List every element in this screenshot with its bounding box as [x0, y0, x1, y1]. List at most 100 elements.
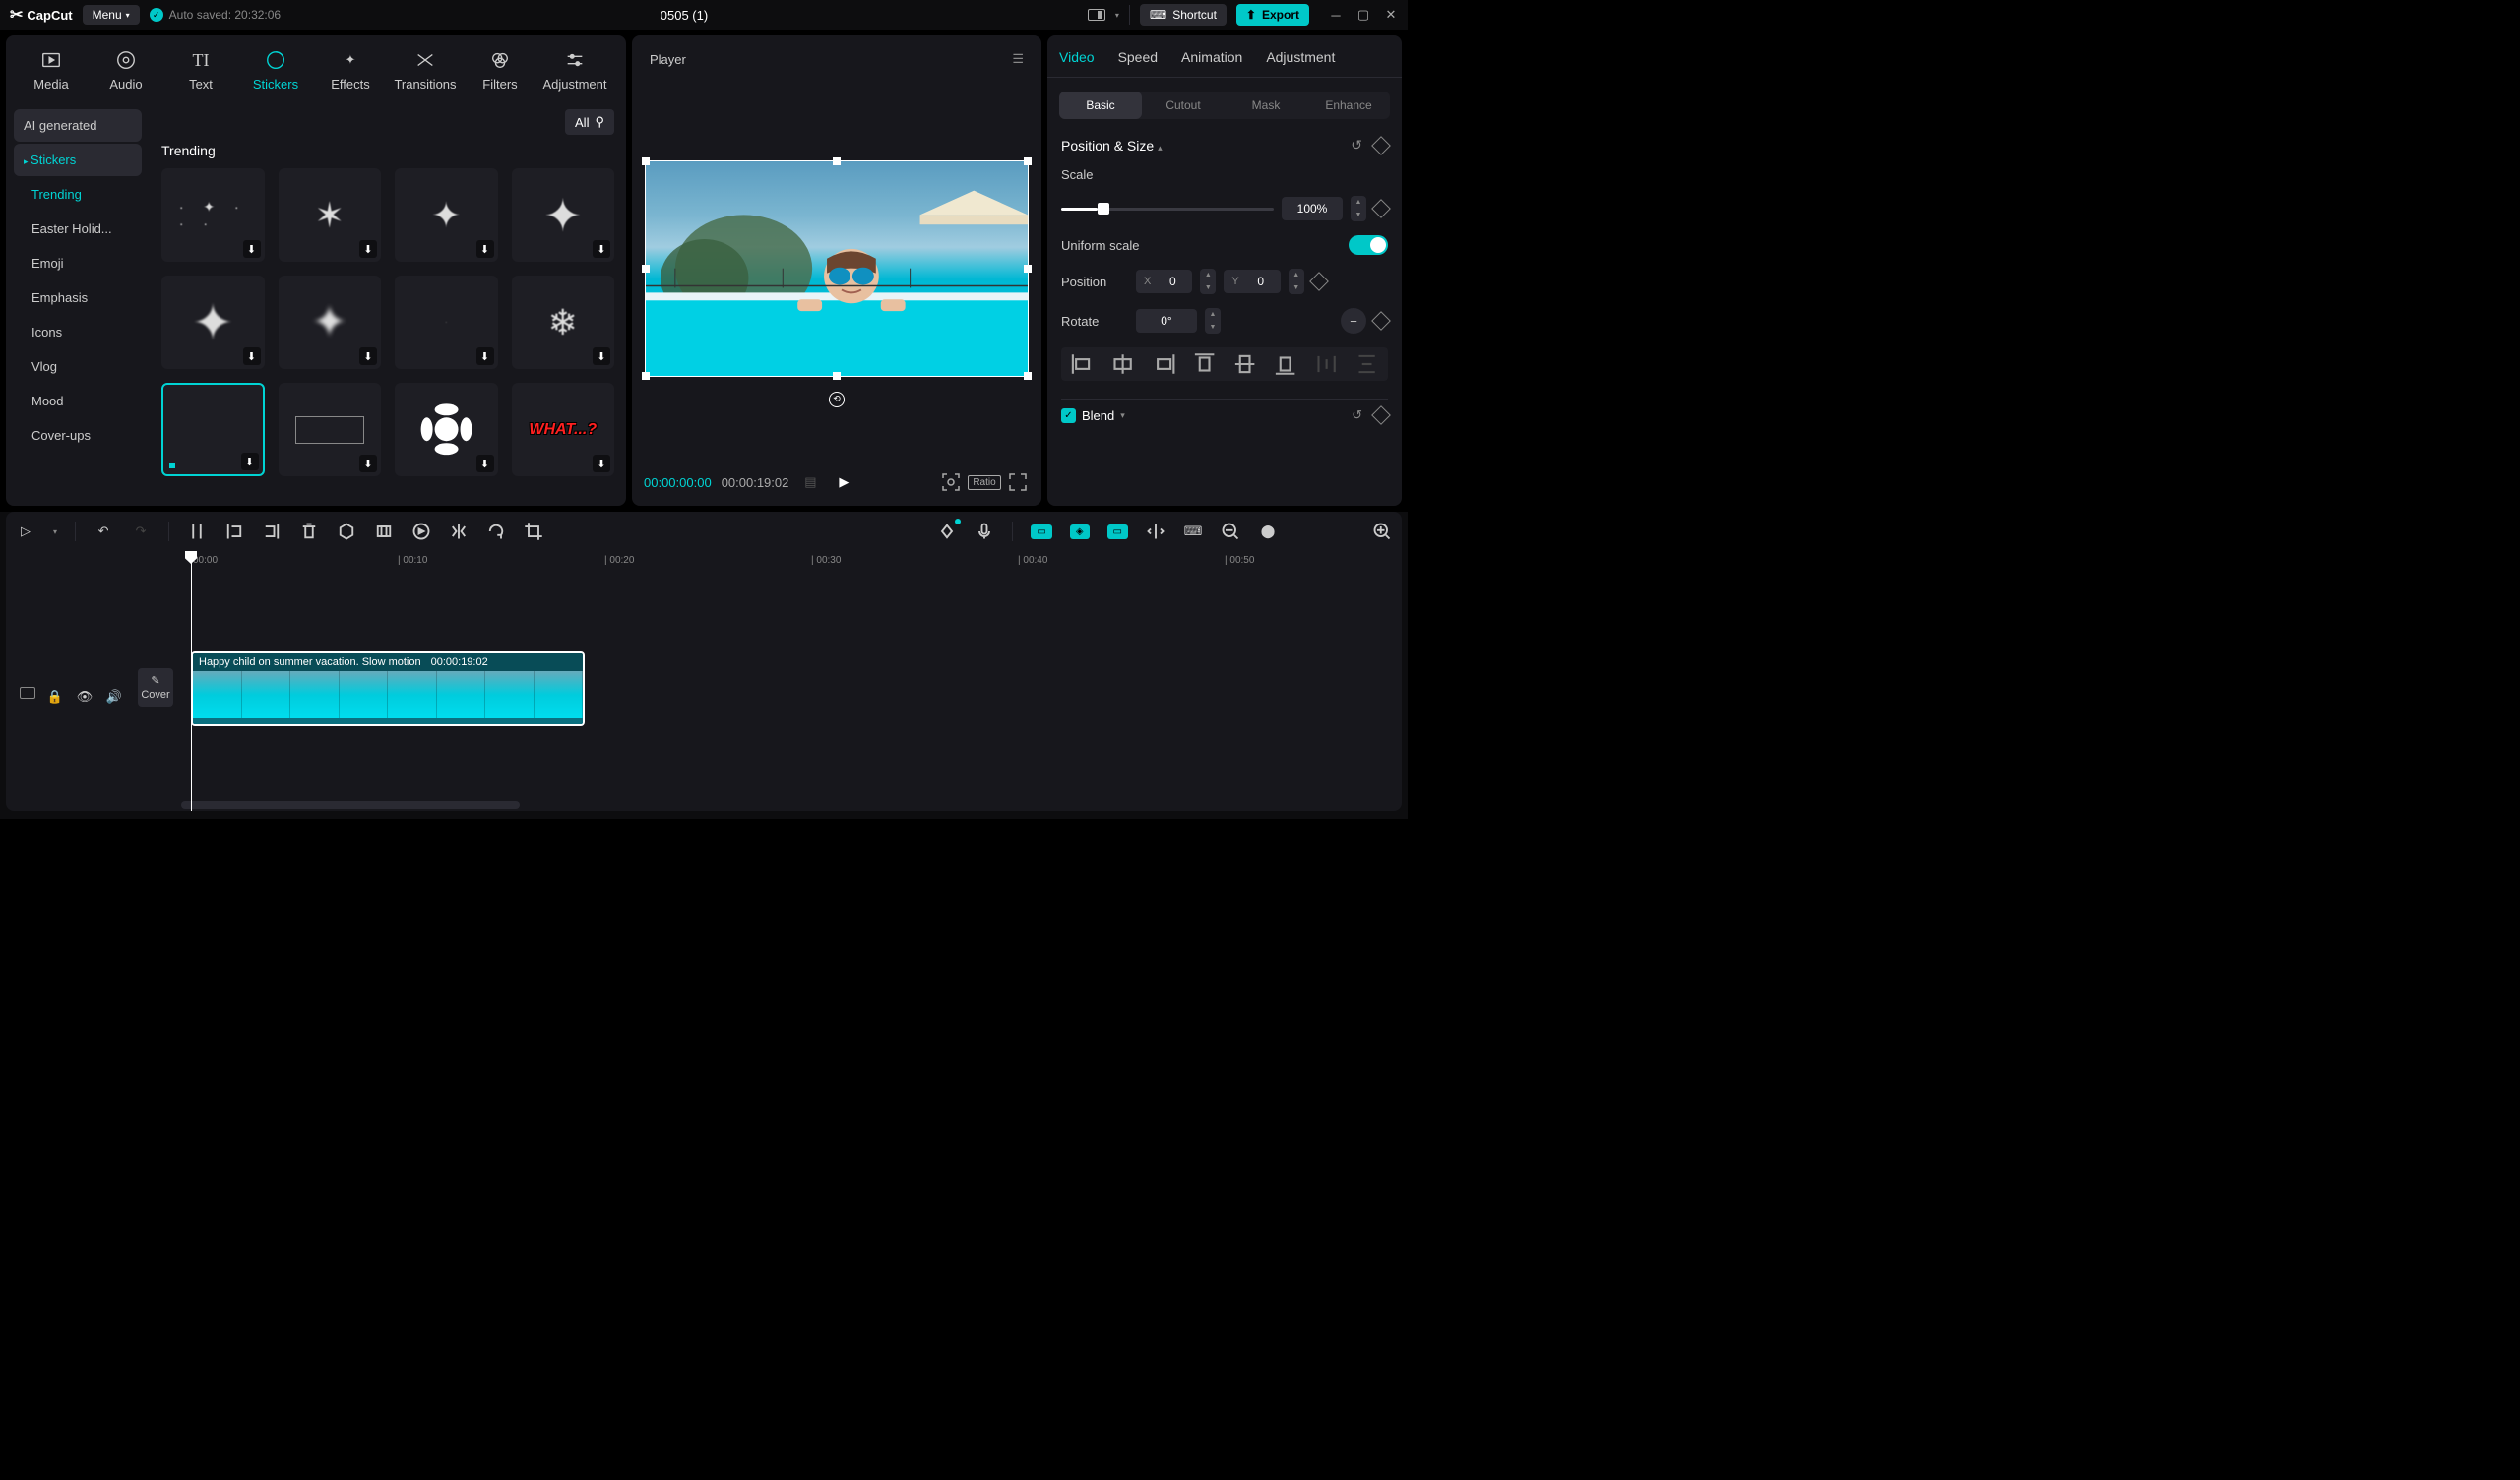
sticker-item[interactable]: ❄⬇	[512, 276, 615, 369]
sidebar-sub-emoji[interactable]: Emoji	[14, 247, 142, 279]
trim-left-button[interactable]	[224, 522, 244, 541]
uniform-toggle[interactable]	[1349, 235, 1388, 255]
scrollbar-thumb[interactable]	[181, 801, 520, 809]
download-icon[interactable]: ⬇	[359, 455, 377, 472]
track-toggle-1[interactable]: ▭	[1031, 524, 1051, 539]
player-menu-icon[interactable]: ☰	[1012, 51, 1024, 67]
marker-button[interactable]	[337, 522, 356, 541]
download-icon[interactable]: ⬇	[243, 347, 261, 365]
zoom-slider-handle[interactable]: ⬤	[1258, 522, 1278, 541]
shortcut-button[interactable]: ⌨ Shortcut	[1140, 4, 1227, 26]
track-toggle-2[interactable]: ◈	[1070, 524, 1090, 539]
resize-handle[interactable]	[833, 372, 841, 380]
playhead[interactable]	[191, 551, 192, 811]
player-canvas[interactable]: ⟲	[644, 79, 1030, 459]
scale-spinner[interactable]: ▲▼	[1351, 196, 1366, 221]
download-icon[interactable]: ⬇	[359, 240, 377, 258]
x-spinner[interactable]: ▲▼	[1200, 269, 1216, 294]
snap-button[interactable]	[937, 522, 957, 541]
subtab-enhance[interactable]: Enhance	[1307, 92, 1390, 119]
chevron-down-icon[interactable]: ▾	[1115, 11, 1119, 20]
zoom-in-button[interactable]	[1372, 522, 1392, 541]
sticker-item[interactable]: ⬇	[395, 383, 498, 476]
align-bottom[interactable]	[1268, 351, 1302, 377]
sidebar-sub-trending[interactable]: Trending	[14, 178, 142, 211]
keyboard-button[interactable]: ⌨	[1183, 522, 1203, 541]
video-frame[interactable]: ⟲	[645, 160, 1029, 376]
scale-input[interactable]	[1282, 197, 1343, 220]
tab-filters[interactable]: Filters	[463, 45, 537, 101]
blend-checkbox[interactable]: ✓	[1061, 408, 1076, 423]
selection-tool[interactable]: ▷	[16, 522, 35, 541]
subtab-cutout[interactable]: Cutout	[1142, 92, 1225, 119]
sidebar-sub-easter[interactable]: Easter Holid...	[14, 213, 142, 245]
maximize-button[interactable]: ▢	[1356, 8, 1370, 22]
sticker-item[interactable]: ⬇	[279, 383, 382, 476]
scale-slider[interactable]	[1061, 208, 1274, 211]
delete-button[interactable]	[299, 522, 319, 541]
redo-button[interactable]: ↷	[131, 522, 151, 541]
rotate-handle[interactable]: ⟲	[829, 392, 845, 407]
props-tab-adjustment[interactable]: Adjustment	[1266, 49, 1335, 77]
undo-button[interactable]: ↶	[94, 522, 113, 541]
align-vcenter[interactable]	[1228, 351, 1262, 377]
zoom-out-button[interactable]	[1221, 522, 1240, 541]
sidebar-sub-vlog[interactable]: Vlog	[14, 350, 142, 383]
rotate-dial[interactable]: −	[1341, 308, 1366, 334]
timeline-scrollbar[interactable]	[181, 801, 1392, 809]
props-tab-animation[interactable]: Animation	[1181, 49, 1242, 77]
sidebar-sub-icons[interactable]: Icons	[14, 316, 142, 348]
export-button[interactable]: ⬆ Export	[1236, 4, 1309, 26]
rotate-input[interactable]: 0°	[1136, 309, 1197, 333]
timeline-tracks[interactable]: 00:00 | 00:10 | 00:20 | 00:30 | 00:40 | …	[181, 551, 1402, 811]
sticker-item-selected[interactable]: ⬇	[161, 383, 265, 476]
speaker-icon[interactable]: 🔊	[104, 687, 124, 707]
sidebar-sub-mood[interactable]: Mood	[14, 385, 142, 417]
keyframe-icon[interactable]	[1371, 405, 1391, 425]
sticker-item[interactable]: ·⬇	[395, 276, 498, 369]
download-icon[interactable]: ⬇	[476, 455, 494, 472]
keyframe-icon[interactable]	[1309, 272, 1329, 291]
keyframe-icon[interactable]	[1371, 199, 1391, 218]
chevron-down-icon[interactable]: ▾	[53, 527, 57, 536]
subtab-basic[interactable]: Basic	[1059, 92, 1142, 119]
resize-handle[interactable]	[642, 372, 650, 380]
video-clip[interactable]: Happy child on summer vacation. Slow mot…	[191, 651, 585, 726]
position-x-input[interactable]: X0	[1136, 270, 1192, 293]
menu-button[interactable]: Menu ▾	[83, 5, 140, 25]
sidebar-item-stickers[interactable]: ▸ Stickers	[14, 144, 142, 176]
reverse-button[interactable]	[411, 522, 431, 541]
download-icon[interactable]: ⬇	[359, 347, 377, 365]
chevron-up-icon[interactable]: ▴	[1158, 143, 1163, 153]
props-tab-speed[interactable]: Speed	[1118, 49, 1158, 77]
mic-button[interactable]	[975, 522, 994, 541]
fullscreen-icon[interactable]	[1006, 470, 1030, 494]
align-right[interactable]	[1147, 351, 1181, 377]
cover-button[interactable]: ✎ Cover	[138, 668, 173, 707]
y-spinner[interactable]: ▲▼	[1289, 269, 1304, 294]
align-playhead[interactable]	[1146, 522, 1166, 541]
eye-icon[interactable]: 👁	[75, 687, 94, 707]
download-icon[interactable]: ⬇	[243, 240, 261, 258]
resize-handle[interactable]	[642, 265, 650, 273]
align-top[interactable]	[1187, 351, 1222, 377]
keyframe-icon[interactable]	[1371, 136, 1391, 155]
sticker-item[interactable]: WHAT...?⬇	[512, 383, 615, 476]
align-left[interactable]	[1065, 351, 1100, 377]
distribute-h[interactable]	[1309, 351, 1344, 377]
minimize-button[interactable]: ─	[1329, 8, 1343, 22]
sticker-item[interactable]: ✦⬇	[512, 168, 615, 262]
position-y-input[interactable]: Y0	[1224, 270, 1280, 293]
play-button[interactable]: ▶	[832, 470, 855, 494]
sidebar-sub-emphasis[interactable]: Emphasis	[14, 281, 142, 314]
resize-handle[interactable]	[1024, 265, 1032, 273]
tab-effects[interactable]: ✦Effects	[313, 45, 388, 101]
sticker-item[interactable]: ✶⬇	[279, 168, 382, 262]
download-icon[interactable]: ⬇	[241, 453, 259, 470]
tab-transitions[interactable]: Transitions	[388, 45, 463, 101]
resize-handle[interactable]	[1024, 157, 1032, 165]
trim-right-button[interactable]	[262, 522, 282, 541]
sticker-item[interactable]: ✦⬇	[395, 168, 498, 262]
ratio-button[interactable]: Ratio	[973, 470, 996, 494]
subtab-mask[interactable]: Mask	[1225, 92, 1307, 119]
